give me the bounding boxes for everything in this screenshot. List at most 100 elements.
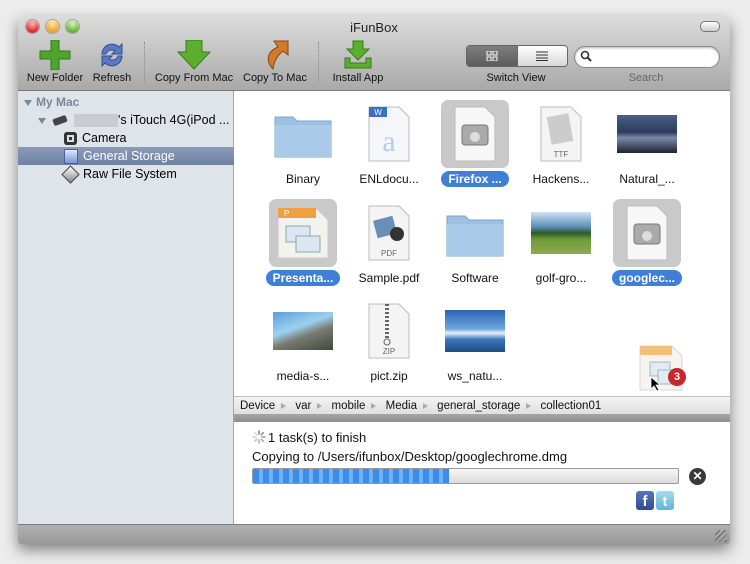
- svg-text:W: W: [374, 108, 382, 117]
- svg-text:TTF: TTF: [554, 150, 569, 159]
- sidebar-item-label: General Storage: [83, 149, 175, 163]
- sidebar: My Mac 's iTouch 4G(iPod ... Camera Gene…: [18, 91, 279, 524]
- title-toolbar: iFunBox New Folder Refresh Copy From Mac: [18, 16, 730, 91]
- file-name: Binary: [285, 172, 320, 186]
- copy-progress-bar: [252, 468, 679, 484]
- file-name: Sample.pdf: [358, 271, 420, 285]
- path-segment[interactable]: general_storage: [437, 400, 520, 412]
- file-item-googlechrome[interactable]: googlec...: [599, 193, 695, 293]
- path-segment[interactable]: Media: [386, 400, 417, 412]
- file-item-sample-pdf[interactable]: PDF Sample.pdf: [341, 193, 437, 293]
- file-name: Firefox ...: [441, 171, 509, 187]
- refresh-icon: [90, 40, 134, 70]
- file-name: pict.zip: [370, 369, 408, 383]
- path-segment[interactable]: collection01: [541, 400, 602, 412]
- cancel-task-button[interactable]: ✕: [689, 468, 706, 485]
- task-panel: 1 task(s) to finish Copying to /Users/if…: [234, 422, 730, 524]
- file-name: Software: [451, 271, 499, 285]
- disclosure-triangle-icon[interactable]: [24, 99, 32, 106]
- file-item-pict-zip[interactable]: ZIP pict.zip: [341, 291, 437, 391]
- list-view-button[interactable]: [516, 46, 567, 66]
- file-name: googlec...: [611, 270, 682, 286]
- refresh-label: Refresh: [92, 72, 132, 84]
- sidebar-item-label: Camera: [82, 131, 127, 145]
- cursor-icon: [650, 376, 662, 392]
- file-item-natural[interactable]: Natural_...: [599, 94, 695, 194]
- progress-fill: [253, 469, 449, 483]
- search-input[interactable]: [595, 49, 717, 66]
- file-name: ENLdocu...: [359, 172, 419, 186]
- sidebar-section-my-mac[interactable]: My Mac: [18, 93, 239, 111]
- file-name: Presenta...: [265, 270, 341, 286]
- resize-grip-icon[interactable]: [715, 530, 727, 542]
- toolbar-separator: [318, 42, 319, 82]
- image-thumbnail: [445, 310, 505, 352]
- copy-to-mac-label: Copy To Mac: [243, 72, 307, 84]
- task-count: 1 task(s) to finish: [252, 430, 366, 445]
- path-segment[interactable]: mobile: [332, 400, 366, 412]
- path-arrow-icon: [526, 402, 532, 409]
- search-icon: [580, 50, 592, 62]
- toolbar-toggle-button[interactable]: [700, 21, 720, 32]
- disclosure-triangle-icon[interactable]: [38, 117, 46, 124]
- file-item-golf[interactable]: golf-gro...: [513, 193, 609, 293]
- search-label: Search: [628, 72, 664, 84]
- file-item-software[interactable]: Software: [427, 193, 523, 293]
- copy-status-text: Copying to /Users/ifunbox/Desktop/google…: [252, 449, 568, 464]
- file-grid: Binary Wa ENLdocu... Firefox ... TTF Hac…: [234, 91, 730, 396]
- toolbar-separator: [144, 42, 145, 82]
- word-document-icon: Wa: [368, 106, 410, 162]
- dragged-items: 3: [638, 342, 694, 399]
- file-name: golf-gro...: [535, 271, 587, 285]
- svg-text:PDF: PDF: [381, 249, 397, 258]
- twitter-button[interactable]: t: [656, 491, 674, 510]
- install-app-button[interactable]: Install App: [326, 40, 390, 86]
- status-bar: [18, 524, 730, 544]
- disk-image-icon: [454, 106, 496, 162]
- redacted-name: [73, 114, 118, 128]
- image-thumbnail: [531, 212, 591, 254]
- switch-view-label: Switch View: [486, 72, 546, 84]
- window-title: iFunBox: [350, 20, 398, 35]
- pane-splitter[interactable]: [234, 414, 730, 422]
- file-item-firefox[interactable]: Firefox ...: [427, 94, 523, 194]
- install-icon: [326, 40, 390, 70]
- section-label: My Mac: [36, 95, 80, 109]
- zip-icon: ZIP: [368, 303, 410, 359]
- file-name: Hackens...: [532, 172, 590, 186]
- new-folder-button[interactable]: New Folder: [24, 40, 86, 86]
- image-thumbnail: [617, 115, 677, 153]
- copy-from-mac-label: Copy From Mac: [154, 72, 234, 84]
- camera-icon: [64, 132, 77, 146]
- svg-text:a: a: [382, 125, 395, 158]
- file-item-media-s[interactable]: media-s...: [255, 291, 351, 391]
- file-item-hackens[interactable]: TTF Hackens...: [513, 94, 609, 194]
- presentation-icon: P: [277, 207, 329, 259]
- svg-text:ZIP: ZIP: [383, 347, 395, 356]
- path-segment[interactable]: Device: [240, 400, 275, 412]
- down-arrow-icon: [154, 40, 234, 70]
- path-segment[interactable]: var: [295, 400, 311, 412]
- sidebar-device[interactable]: 's iTouch 4G(iPod ...: [18, 111, 253, 129]
- refresh-button[interactable]: Refresh: [90, 40, 134, 86]
- file-name: Natural_...: [619, 172, 675, 186]
- copy-from-mac-button[interactable]: Copy From Mac: [154, 40, 234, 86]
- file-item-enldocu[interactable]: Wa ENLdocu...: [341, 94, 437, 194]
- pdf-icon: PDF: [368, 205, 410, 261]
- file-item-presentation[interactable]: P Presenta...: [255, 193, 351, 293]
- folder-icon: [274, 116, 332, 158]
- path-arrow-icon: [422, 402, 428, 409]
- file-name: media-s...: [276, 369, 330, 383]
- copy-to-mac-button[interactable]: Copy To Mac: [240, 40, 310, 86]
- file-item-ws-natu[interactable]: ws_natu...: [427, 291, 523, 391]
- ipod-icon: [52, 115, 69, 127]
- path-arrow-icon: [281, 402, 287, 409]
- image-thumbnail: [273, 312, 333, 350]
- search-field[interactable]: [574, 46, 720, 68]
- facebook-button[interactable]: f: [636, 491, 654, 510]
- path-bar: Device var mobile Media general_storage …: [234, 396, 730, 415]
- icon-view-button[interactable]: [467, 46, 517, 66]
- svg-text:P: P: [284, 209, 289, 218]
- file-item-binary[interactable]: Binary: [255, 94, 351, 194]
- folder-icon: [446, 215, 504, 257]
